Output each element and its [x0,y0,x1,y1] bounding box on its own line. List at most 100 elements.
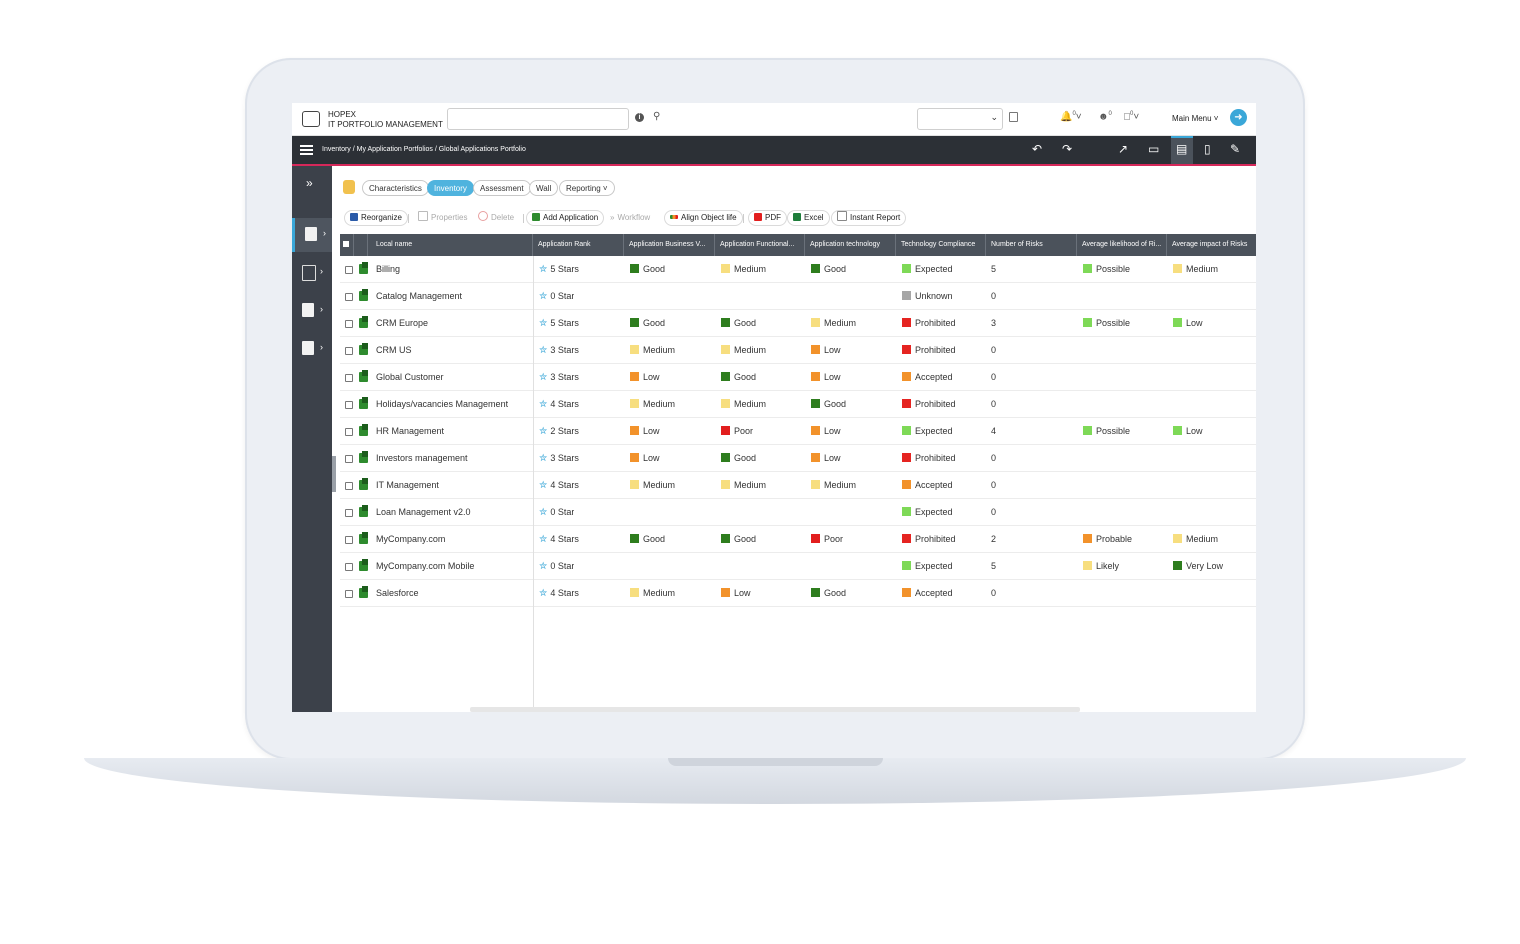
row-checkbox[interactable] [345,563,353,571]
table-row[interactable]: MyCompany.com Mobile ✮ 0 Star Expected Likel… [340,553,1256,580]
col-business-value[interactable]: Application Business V... [624,234,715,256]
table-row[interactable]: Loan Management v2.0 ✮ 0 Star Expected 0 [340,499,1256,526]
edit-list-icon[interactable]: ✎ [1230,142,1240,156]
table-row[interactable]: Holidays/vacancies Management ✮ 4 Stars Med… [340,391,1256,418]
excel-button[interactable]: Excel [787,210,830,226]
col-local-name[interactable]: Local name [368,234,533,256]
status-color-swatch [902,534,911,543]
expand-nav-icon[interactable]: » [306,176,313,190]
undo-icon[interactable]: ↶ [1032,142,1042,156]
select-all-checkbox[interactable] [340,234,354,256]
status-color-swatch [811,399,820,408]
row-checkbox[interactable] [345,455,353,463]
table-row[interactable]: IT Management ✮ 4 Stars Medium Medium Medium A… [340,472,1256,499]
chevron-right-icon: › [320,266,323,276]
risks-count-cell: 0 [991,480,997,490]
table-row[interactable]: Salesforce ✮ 4 Stars Medium Low Good Accepted 0 [340,580,1256,607]
local-name-cell[interactable]: Investors management [376,445,468,472]
local-name-cell[interactable]: CRM US [376,337,412,364]
row-checkbox[interactable] [345,536,353,544]
tab-characteristics[interactable]: Characteristics [362,180,429,196]
add-application-button[interactable]: Add Application [526,210,605,226]
table-row[interactable]: HR Management ✮ 2 Stars Low Poor Low Expected P… [340,418,1256,445]
hamburger-menu-icon[interactable] [300,145,313,155]
desktop-icon[interactable]: ▭ [1148,142,1159,156]
properties-icon [418,211,428,221]
document-icon[interactable]: ▯ [1204,142,1211,156]
row-checkbox[interactable] [345,401,353,409]
row-checkbox[interactable] [345,266,353,274]
row-checkbox[interactable] [345,293,353,301]
local-name-cell[interactable]: Billing [376,256,400,283]
functional-value-cell: Good [721,445,756,472]
col-avg-impact[interactable]: Average impact of Risks [1167,234,1256,256]
align-object-life-button[interactable]: Align Object life [664,210,743,226]
local-name-cell[interactable]: MyCompany.com Mobile [376,553,474,580]
instant-report-button[interactable]: Instant Report [831,210,907,226]
tab-assessment[interactable]: Assessment [473,180,531,196]
pdf-button[interactable]: PDF [748,210,787,226]
calendar-icon[interactable] [1009,112,1018,122]
delete-button[interactable]: Delete [472,210,520,226]
table-row[interactable]: Investors management ✮ 3 Stars Low Good Low Pr… [340,445,1256,472]
activity-icon[interactable]: ↗ [1118,142,1128,156]
row-checkbox[interactable] [345,482,353,490]
tab-inventory[interactable]: Inventory [427,180,474,196]
col-tech-compliance[interactable]: Technology Compliance [896,234,986,256]
info-icon[interactable]: i [635,113,644,122]
table-row[interactable]: Global Customer ✮ 3 Stars Low Good Low Accepte… [340,364,1256,391]
table-row[interactable]: CRM US ✮ 3 Stars Medium Medium Low Prohibited 0 [340,337,1256,364]
logout-icon[interactable]: ➜ [1230,109,1247,126]
table-row[interactable]: CRM Europe ✮ 5 Stars Good Good Medium Prohibit… [340,310,1256,337]
local-name-cell[interactable]: MyCompany.com [376,526,445,553]
properties-button[interactable]: Properties [412,210,473,226]
nav-item-reports[interactable]: › [292,294,332,328]
nav-item-packages[interactable]: › [292,332,332,366]
local-name-cell[interactable]: CRM Europe [376,310,428,337]
row-checkbox[interactable] [345,428,353,436]
row-checkbox[interactable] [345,374,353,382]
row-checkbox[interactable] [345,509,353,517]
col-functional[interactable]: Application Functional... [715,234,805,256]
notifications-button[interactable]: 🔔0˅ [1060,111,1082,122]
risks-count-cell: 0 [991,345,997,355]
col-number-of-risks[interactable]: Number of Risks [986,234,1077,256]
chevron-right-icon: › [323,228,326,238]
search-input[interactable] [447,108,629,130]
row-checkbox[interactable] [345,320,353,328]
nav-item-diagrams[interactable]: › [292,256,332,290]
business-value-cell: Low [630,418,660,445]
context-select[interactable]: ⌄ [917,108,1003,130]
likelihood-value-cell: Likely [1083,553,1119,580]
local-name-cell[interactable]: Salesforce [376,580,419,607]
local-name-cell[interactable]: HR Management [376,418,444,445]
col-technology[interactable]: Application technology [805,234,896,256]
main-menu-button[interactable]: Main Menu ˅ [1172,114,1218,123]
horizontal-scrollbar[interactable] [470,707,1080,712]
chat-button[interactable]: □0˅ [1124,111,1139,122]
row-checkbox[interactable] [345,590,353,598]
search-icon[interactable]: ⚲ [653,111,660,122]
local-name-cell[interactable]: IT Management [376,472,439,499]
redo-icon[interactable]: ↷ [1062,142,1072,156]
tab-wall[interactable]: Wall [529,180,559,196]
local-name-cell[interactable]: Loan Management v2.0 [376,499,471,526]
table-row[interactable]: Catalog Management ✮ 0 Star Unknown 0 [340,283,1256,310]
col-avg-likelihood[interactable]: Average likelihood of Ri... [1077,234,1167,256]
status-color-swatch [811,426,820,435]
reorganize-button[interactable]: Reorganize [344,210,408,226]
panel-splitter[interactable] [332,456,336,492]
breadcrumb[interactable]: Inventory / My Application Portfolios / … [322,146,526,153]
tab-reporting[interactable]: Reporting ˅ [559,180,615,196]
table-row[interactable]: MyCompany.com ✮ 4 Stars Good Good Poor Prohibi… [340,526,1256,553]
row-checkbox[interactable] [345,347,353,355]
local-name-cell[interactable]: Catalog Management [376,283,462,310]
workflow-button[interactable]: » Workflow [604,210,656,226]
nav-item-inventory[interactable]: › [292,218,332,252]
local-name-cell[interactable]: Holidays/vacancies Management [376,391,508,418]
status-color-swatch [721,372,730,381]
user-button[interactable]: ☻0 [1098,111,1112,122]
table-row[interactable]: Billing ✮ 5 Stars Good Medium Good Expected Pos… [340,256,1256,283]
col-application-rank[interactable]: Application Rank [533,234,624,256]
local-name-cell[interactable]: Global Customer [376,364,444,391]
